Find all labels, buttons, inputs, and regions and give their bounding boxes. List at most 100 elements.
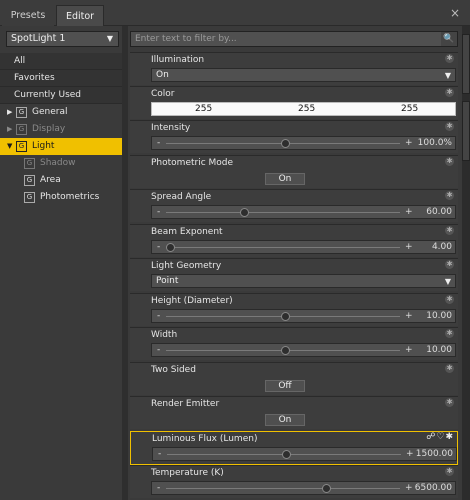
property-groups-panel: SpotLight 1 ▼ All Favorites Currently Us… [0,26,124,500]
gear-icon[interactable]: ✱ [445,364,454,373]
side-tab[interactable] [462,34,470,94]
decrement-button[interactable]: - [157,482,160,494]
group-icon: G [24,192,35,203]
panel-splitter[interactable] [122,26,128,500]
tree-item-label: General [32,107,68,117]
gear-icon[interactable]: ✱ [445,295,454,304]
gear-icon[interactable]: ✱ [445,432,454,442]
group-icon: G [24,175,35,186]
spread-angle-slider[interactable]: - + 60.00 [151,205,456,219]
temperature-slider[interactable]: - + 6500.00 [151,481,456,495]
increment-button[interactable]: + [405,482,413,494]
link-icon[interactable]: ☍ [426,432,436,442]
slider-knob[interactable] [240,208,249,217]
gear-icon[interactable]: ✱ [445,54,454,63]
tree-item-label: Photometrics [40,192,100,202]
filter-input[interactable]: Enter text to filter by... 🔍 [130,31,458,47]
luminous-flux-slider[interactable]: - + 1500.00 [152,447,457,461]
decrement-button[interactable]: - [157,206,160,218]
filter-placeholder: Enter text to filter by... [135,34,237,44]
gear-icon[interactable]: ✱ [445,226,454,235]
render-emitter-toggle[interactable]: On [265,414,305,426]
tab-presets[interactable]: Presets [2,5,54,26]
gear-icon[interactable]: ✱ [445,88,454,97]
illumination-dropdown[interactable]: On ▼ [151,68,456,82]
slider-value[interactable]: 1500.00 [416,448,453,461]
tree-item-light[interactable]: ▼ G Light [0,138,122,155]
side-tab-strip [462,26,470,500]
color-swatch[interactable]: 255 255 255 [151,102,456,116]
property-label: Spread Angle [151,192,212,202]
property-label: Illumination [151,55,205,65]
slider-knob[interactable] [282,450,291,459]
color-red-value[interactable]: 255 [195,103,212,116]
panel-tabbar: Presets Editor × [0,0,470,26]
node-select-dropdown[interactable]: SpotLight 1 ▼ [6,31,119,47]
gear-icon[interactable]: ✱ [445,122,454,131]
width-slider[interactable]: - + 10.00 [151,343,456,357]
increment-button[interactable]: + [406,448,414,460]
tree-item-photometrics[interactable]: G Photometrics [0,189,122,206]
increment-button[interactable]: + [405,310,413,322]
tree-item-label: Light [32,141,55,151]
gear-icon[interactable]: ✱ [445,260,454,269]
category-all[interactable]: All [0,53,122,70]
gear-icon[interactable]: ✱ [445,398,454,407]
slider-track[interactable] [166,212,400,213]
decrement-button[interactable]: - [158,448,161,460]
property-options-icons: ☍♡✱ [426,432,454,442]
tab-editor[interactable]: Editor [56,5,104,26]
slider-knob[interactable] [281,346,290,355]
gear-icon[interactable]: ✱ [445,329,454,338]
two-sided-toggle[interactable]: Off [265,380,305,392]
slider-value[interactable]: 6500.00 [415,482,452,495]
category-favorites[interactable]: Favorites [0,70,122,87]
slider-knob[interactable] [322,484,331,493]
tree-item-display[interactable]: ▶ G Display [0,121,122,138]
category-currently-used[interactable]: Currently Used [0,87,122,104]
increment-button[interactable]: + [405,206,413,218]
increment-button[interactable]: + [405,137,413,149]
side-tab[interactable] [462,101,470,161]
slider-knob[interactable] [281,139,290,148]
color-green-value[interactable]: 255 [298,103,315,116]
slider-track[interactable] [166,488,400,489]
gear-icon[interactable]: ✱ [445,467,454,476]
collapse-arrow-icon[interactable]: ▼ [7,138,12,155]
tree-item-general[interactable]: ▶ G General [0,104,122,121]
property-luminous-flux: Luminous Flux (Lumen) ☍♡✱ - + 1500.00 [130,431,458,465]
decrement-button[interactable]: - [157,241,160,253]
slider-value[interactable]: 4.00 [432,241,452,254]
slider-value[interactable]: 60.00 [426,206,452,219]
gear-icon[interactable]: ✱ [445,191,454,200]
decrement-button[interactable]: - [157,137,160,149]
tree-item-area[interactable]: G Area [0,172,122,189]
decrement-button[interactable]: - [157,344,160,356]
gear-icon[interactable]: ✱ [445,157,454,166]
property-intensity: Intensity ✱ - + 100.0% [130,120,458,153]
decrement-button[interactable]: - [157,310,160,322]
photometric-mode-toggle[interactable]: On [265,173,305,185]
property-label: Height (Diameter) [151,296,233,306]
slider-track[interactable] [166,247,400,248]
increment-button[interactable]: + [405,241,413,253]
slider-value[interactable]: 10.00 [426,310,452,323]
search-icon[interactable]: 🔍 [441,32,457,46]
close-icon[interactable]: × [450,6,460,20]
tree-item-shadow[interactable]: G Shadow [0,155,122,172]
slider-value[interactable]: 100.0% [418,137,452,150]
light-geometry-dropdown[interactable]: Point ▼ [151,274,456,288]
increment-button[interactable]: + [405,344,413,356]
slider-value[interactable]: 10.00 [426,344,452,357]
intensity-slider[interactable]: - + 100.0% [151,136,456,150]
property-color: Color ✱ 255 255 255 [130,86,458,119]
color-blue-value[interactable]: 255 [401,103,418,116]
chevron-down-icon: ▼ [444,71,451,80]
height-slider[interactable]: - + 10.00 [151,309,456,323]
expand-arrow-icon[interactable]: ▶ [7,121,12,138]
beam-exponent-slider[interactable]: - + 4.00 [151,240,456,254]
property-two-sided: Two Sided ✱ Off [130,362,458,395]
slider-knob[interactable] [281,312,290,321]
slider-knob[interactable] [166,243,175,252]
expand-arrow-icon[interactable]: ▶ [7,104,12,121]
